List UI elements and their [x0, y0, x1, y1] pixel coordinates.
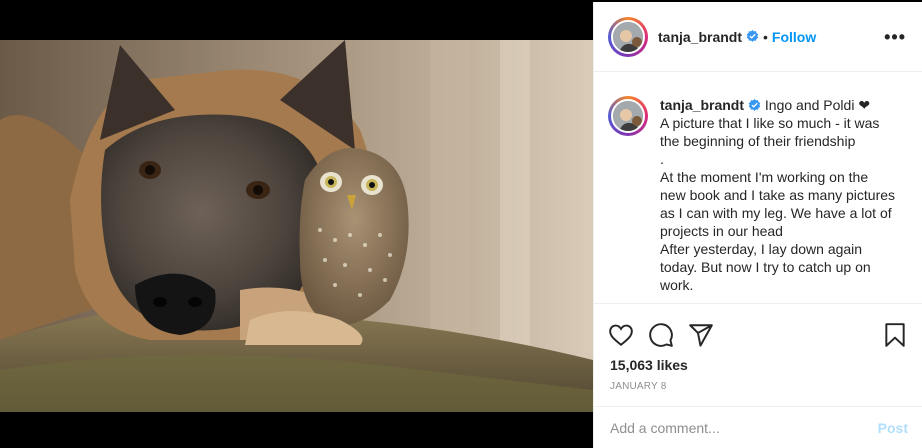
dog-and-owl-photo: [0, 40, 593, 412]
caption-line: At the moment I'm working on the: [660, 169, 869, 185]
post-date[interactable]: January 8: [594, 376, 922, 402]
caption-line: Ingo and Poldi ❤: [764, 97, 871, 113]
post-photo[interactable]: [0, 40, 593, 412]
avatar-image: [611, 99, 645, 133]
post-caption: tanja_brandt Ingo and Poldi ❤ A picture …: [594, 72, 922, 304]
verified-badge-icon: [748, 99, 761, 111]
caption-avatar[interactable]: [608, 96, 648, 136]
caption-line: .: [660, 151, 664, 167]
post-media: [0, 0, 593, 448]
action-bar: [594, 304, 922, 354]
caption-text: tanja_brandt Ingo and Poldi ❤ A picture …: [660, 96, 900, 294]
heart-icon[interactable]: [608, 322, 634, 348]
comment-bubble-icon[interactable]: [648, 322, 674, 348]
likes-count[interactable]: 15,063 likes: [594, 354, 922, 376]
caption-line: today. But now I try to catch up on: [660, 259, 871, 275]
caption-first-line: tanja_brandt Ingo and Poldi ❤: [660, 96, 900, 114]
separator-dot: •: [763, 28, 768, 45]
comment-bar: Post: [594, 406, 922, 448]
author-avatar[interactable]: [608, 16, 648, 57]
caption-line: as I can with my leg. We have a lot of: [660, 205, 892, 221]
more-options-icon[interactable]: •••: [884, 28, 908, 46]
caption-line: After yesterday, I lay down again: [660, 241, 863, 257]
post-side-panel: tanja_brandt • Follow ••• tanja_brandt I…: [593, 2, 922, 448]
caption-line: the beginning of their friendship: [660, 133, 856, 149]
post-comment-button[interactable]: Post: [878, 420, 908, 436]
verified-badge-icon: [746, 30, 759, 42]
avatar-image: [611, 19, 645, 54]
comment-input[interactable]: [610, 419, 878, 436]
caption-username[interactable]: tanja_brandt: [660, 97, 744, 113]
caption-line: A picture that I like so much - it was: [660, 115, 880, 131]
post-header: tanja_brandt • Follow •••: [594, 2, 922, 72]
caption-line: work.: [660, 277, 694, 293]
follow-button[interactable]: Follow: [772, 29, 816, 45]
caption-line: projects in our head: [660, 223, 783, 239]
bookmark-icon[interactable]: [882, 322, 908, 348]
author-username[interactable]: tanja_brandt: [658, 29, 742, 45]
paper-plane-icon[interactable]: [688, 322, 714, 348]
caption-line: new book and I take as many pictures: [660, 187, 896, 203]
